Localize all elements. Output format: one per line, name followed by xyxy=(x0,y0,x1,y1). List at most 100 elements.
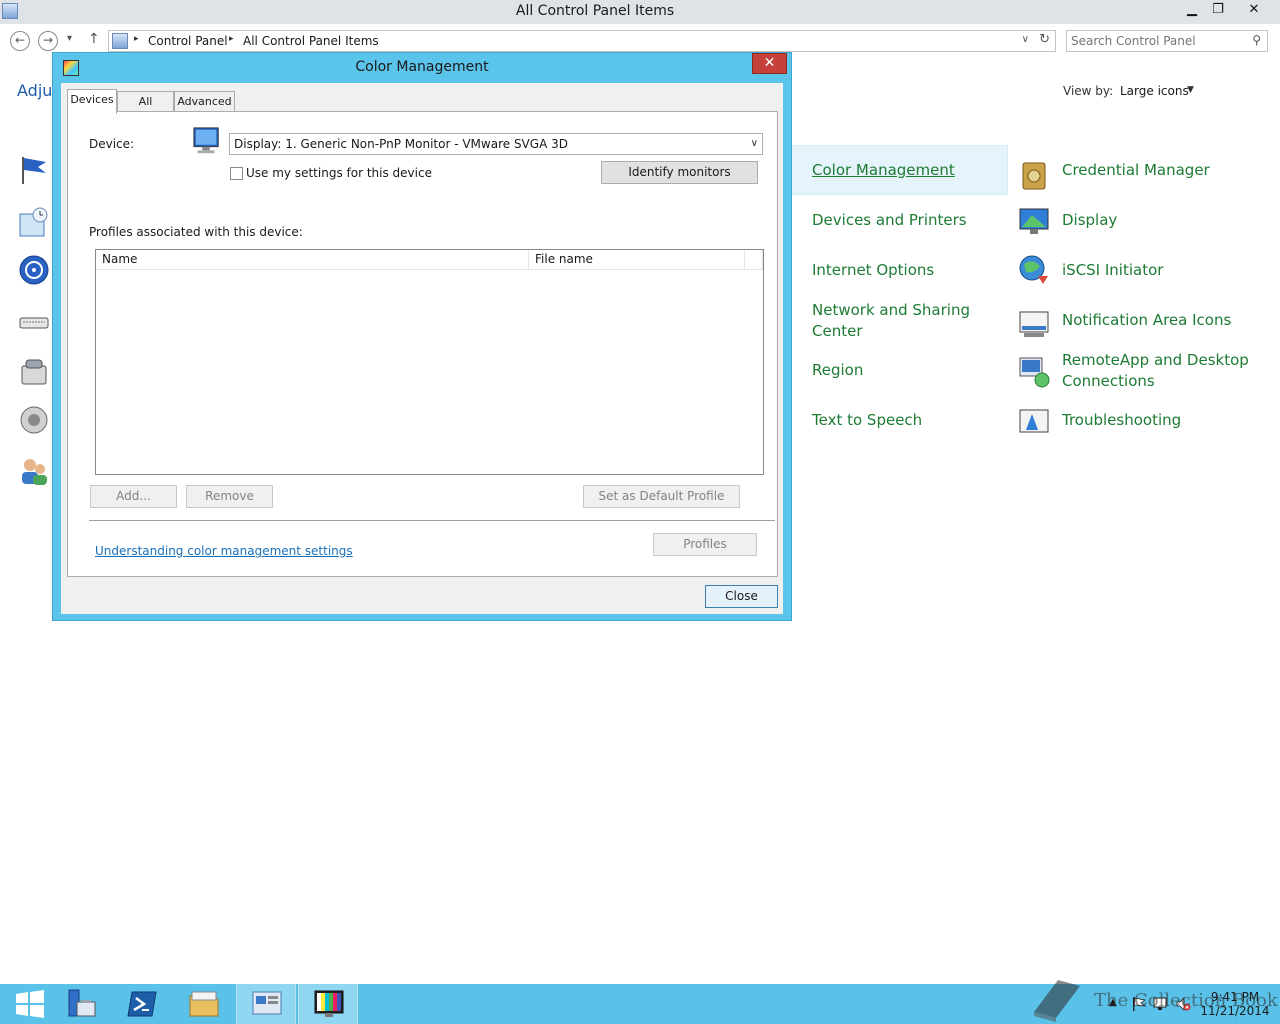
user-accounts-icon[interactable] xyxy=(18,455,50,487)
cp-item-label-line2[interactable]: Center xyxy=(812,321,863,342)
remove-profile-button[interactable]: Remove xyxy=(186,485,273,508)
cp-item-label[interactable]: Color Management xyxy=(812,160,955,181)
cp-item-network-sharing[interactable]: Network and Sharing Center xyxy=(768,300,988,348)
close-window-button[interactable]: ✕ xyxy=(1240,0,1268,20)
cp-item-label[interactable]: iSCSI Initiator xyxy=(1062,260,1163,281)
cp-item-troubleshooting[interactable]: Troubleshooting xyxy=(1018,409,1268,458)
display-icon xyxy=(1019,208,1049,234)
cp-item-region[interactable]: Region xyxy=(768,360,988,408)
cp-item-devices-printers[interactable]: Devices and Printers xyxy=(768,210,988,258)
cp-item-display[interactable]: Display xyxy=(1018,208,1268,258)
column-header-file-name[interactable]: File name xyxy=(529,250,745,270)
notification-area-icon xyxy=(1019,311,1049,337)
taskbar-control-panel[interactable] xyxy=(236,984,296,1024)
profiles-list[interactable]: Name File name xyxy=(95,249,764,475)
watermark-text: The Collection Book xyxy=(1094,990,1278,1011)
cp-item-credential-manager[interactable]: Credential Manager xyxy=(1018,160,1268,208)
window-title: All Control Panel Items xyxy=(515,3,675,19)
view-by-dropdown-icon[interactable]: ▼ xyxy=(1187,85,1194,95)
windows-logo-icon xyxy=(16,990,44,1018)
phone-modem-icon[interactable] xyxy=(18,356,50,388)
divider xyxy=(89,520,775,521)
column-header-name[interactable]: Name xyxy=(96,250,529,270)
cp-item-label[interactable]: Troubleshooting xyxy=(1062,410,1181,431)
back-button[interactable]: ← xyxy=(10,31,30,51)
taskbar-color-management[interactable] xyxy=(298,984,358,1024)
server-manager-icon xyxy=(68,989,96,1017)
recent-locations-dropdown[interactable]: ▾ xyxy=(67,33,72,44)
tab-advanced[interactable]: Advanced xyxy=(174,91,235,112)
cp-item-label[interactable]: Devices and Printers xyxy=(812,210,967,231)
color-management-icon xyxy=(314,990,344,1017)
action-center-flag-icon[interactable] xyxy=(18,154,50,186)
profiles-button[interactable]: Profiles xyxy=(653,533,757,556)
breadcrumb-all-items[interactable]: All Control Panel Items xyxy=(243,34,379,48)
sound-icon[interactable] xyxy=(18,404,50,436)
book-logo-icon xyxy=(1034,980,1080,1022)
address-bar[interactable]: ▸ Control Panel ▸ All Control Panel Item… xyxy=(108,30,1056,52)
device-label: Device: xyxy=(89,137,135,151)
device-select[interactable]: Display: 1. Generic Non-PnP Monitor - VM… xyxy=(229,133,763,155)
close-dialog-button[interactable]: Close xyxy=(705,585,778,608)
monitor-icon xyxy=(193,127,219,154)
cp-item-label[interactable]: Region xyxy=(812,360,863,381)
refresh-icon[interactable]: ↻ xyxy=(1039,32,1050,47)
cp-item-iscsi-initiator[interactable]: iSCSI Initiator xyxy=(1018,255,1268,308)
cp-item-label[interactable]: Internet Options xyxy=(812,260,934,281)
add-profile-button[interactable]: Add... xyxy=(90,485,177,508)
cp-item-label[interactable]: Network and Sharing xyxy=(812,300,970,321)
iscsi-initiator-icon xyxy=(1019,255,1048,284)
devices-tab-panel: Device: Display: 1. Generic Non-PnP Moni… xyxy=(67,111,778,577)
troubleshooting-icon xyxy=(1019,409,1049,433)
folder-icon xyxy=(189,991,219,1017)
restore-button[interactable]: ❐ xyxy=(1204,0,1232,20)
dialog-title: Color Management xyxy=(355,59,489,75)
set-default-profile-button[interactable]: Set as Default Profile xyxy=(583,485,740,508)
tab-devices[interactable]: Devices xyxy=(67,89,117,114)
cp-item-color-management[interactable]: Color Management xyxy=(786,145,1008,195)
color-management-dialog: Color Management ✕ Devices All Profiles … xyxy=(52,52,792,621)
cp-item-label-line2[interactable]: Connections xyxy=(1062,371,1155,392)
understanding-color-management-link[interactable]: Understanding color management settings xyxy=(95,544,353,558)
cp-item-label[interactable]: Display xyxy=(1062,210,1117,231)
view-by-label: View by: xyxy=(1063,84,1114,98)
chevron-down-icon[interactable]: ∨ xyxy=(751,134,758,154)
cp-item-label[interactable]: RemoteApp and Desktop xyxy=(1062,350,1249,371)
credential-manager-icon xyxy=(1022,162,1046,190)
search-box[interactable]: ⚲ xyxy=(1066,30,1268,52)
cp-item-label[interactable]: Notification Area Icons xyxy=(1062,310,1231,331)
date-time-icon[interactable] xyxy=(18,206,50,238)
identify-monitors-button[interactable]: Identify monitors xyxy=(601,161,758,184)
view-by-value[interactable]: Large icons xyxy=(1120,84,1189,98)
dialog-close-icon[interactable]: ✕ xyxy=(752,53,787,74)
column-header-filler xyxy=(745,250,763,270)
taskbar-server-manager[interactable] xyxy=(51,984,111,1024)
profiles-associated-label: Profiles associated with this device: xyxy=(89,225,303,239)
dialog-title-bar[interactable]: Color Management ✕ xyxy=(53,53,791,83)
search-input[interactable] xyxy=(1071,33,1241,49)
control-panel-icon xyxy=(112,33,128,49)
cp-item-label[interactable]: Credential Manager xyxy=(1062,160,1210,181)
use-my-settings-label[interactable]: Use my settings for this device xyxy=(246,166,432,180)
remoteapp-icon xyxy=(1019,357,1050,388)
cp-item-remoteapp[interactable]: RemoteApp and Desktop Connections xyxy=(1018,350,1268,398)
forward-button[interactable]: → xyxy=(38,31,58,51)
keyboard-icon[interactable] xyxy=(18,306,50,338)
tab-all-profiles[interactable]: All Profiles xyxy=(117,91,174,127)
control-panel-icon xyxy=(252,991,282,1015)
address-dropdown[interactable]: ∨ xyxy=(1022,34,1029,45)
breadcrumb-separator[interactable]: ▸ xyxy=(229,34,234,44)
taskbar-powershell[interactable] xyxy=(112,984,172,1024)
minimize-button[interactable]: ▁ xyxy=(1178,0,1206,20)
cp-item-text-to-speech[interactable]: Text to Speech xyxy=(768,410,988,458)
use-my-settings-checkbox[interactable] xyxy=(230,167,243,180)
watermark: The Collection Book xyxy=(1028,976,1278,1024)
ease-of-access-icon[interactable] xyxy=(18,254,50,286)
dialog-body: Devices All Profiles Advanced Device: Di… xyxy=(61,83,783,614)
taskbar-file-explorer[interactable] xyxy=(174,984,234,1024)
breadcrumb-control-panel[interactable]: Control Panel xyxy=(148,34,228,48)
cp-item-label[interactable]: Text to Speech xyxy=(812,410,922,431)
up-button[interactable]: ↑ xyxy=(88,31,100,47)
breadcrumb-separator[interactable]: ▸ xyxy=(134,34,139,44)
search-icon[interactable]: ⚲ xyxy=(1252,33,1261,47)
